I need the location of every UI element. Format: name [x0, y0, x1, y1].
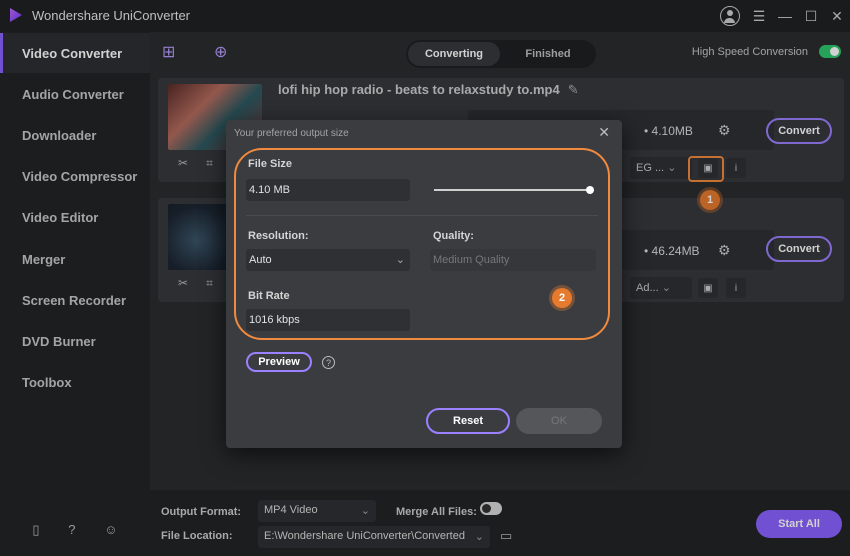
ok-button[interactable]: OK — [516, 408, 602, 434]
reset-button[interactable]: Reset — [426, 408, 510, 434]
step-badge-2: 2 — [552, 288, 572, 308]
slider-handle[interactable] — [586, 186, 594, 194]
resolution-select[interactable]: Auto ⌄ — [246, 249, 410, 271]
file-size-slider[interactable] — [434, 189, 590, 191]
quality-label: Quality: — [433, 230, 474, 242]
close-icon[interactable]: ✕ — [598, 124, 610, 141]
bitrate-label: Bit Rate — [248, 290, 290, 302]
help-icon[interactable]: ? — [322, 356, 335, 369]
bitrate-field[interactable]: 1016 kbps — [246, 309, 410, 331]
file-size-field[interactable]: 4.10 MB — [246, 179, 410, 201]
dialog-title: Your preferred output size — [234, 128, 349, 139]
file-size-label: File Size — [248, 158, 293, 170]
divider — [246, 215, 598, 216]
preview-button[interactable]: Preview — [246, 352, 312, 372]
resolution-value: Auto — [249, 254, 272, 266]
chevron-down-icon: ⌄ — [395, 254, 405, 266]
quality-field: Medium Quality — [430, 249, 596, 271]
output-size-dialog: Your preferred output size ✕ File Size 4… — [226, 120, 622, 448]
resolution-label: Resolution: — [248, 230, 309, 242]
